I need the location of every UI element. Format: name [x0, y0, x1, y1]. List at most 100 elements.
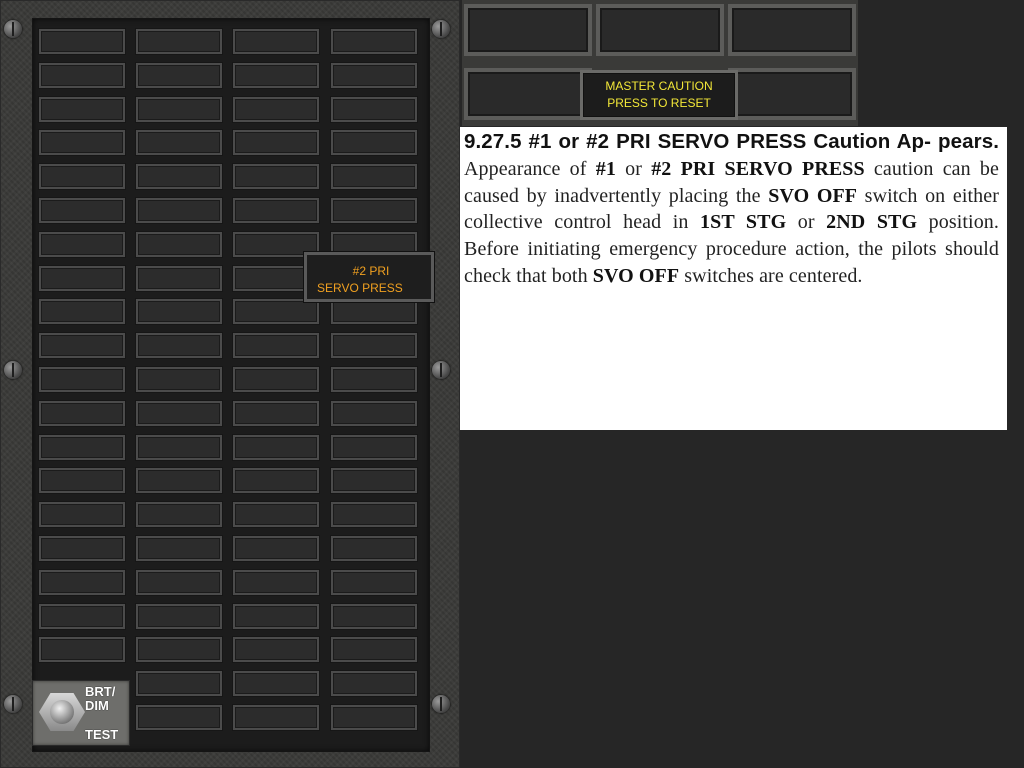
caution-annunciator	[39, 231, 125, 257]
procedure-text-segment: Appearance of	[464, 157, 596, 180]
pri-servo-press-caution-light: #2 PRI SERVO PRESS	[304, 252, 434, 302]
caution-annunciator	[136, 502, 222, 528]
caution-annunciator	[233, 29, 319, 54]
caution-annunciator	[39, 96, 125, 122]
caution-annunciator	[39, 333, 125, 359]
annunciator-grid	[32, 18, 430, 752]
caution-annunciator	[39, 637, 125, 663]
caution-annunciator	[136, 671, 222, 697]
procedure-text-segment: SVO OFF	[592, 264, 680, 287]
procedure-paragraph: 9.27.5 #1 or #2 PRI SERVO PRESS Caution …	[464, 129, 999, 290]
caution-annunciator	[39, 434, 125, 460]
master-caution-button[interactable]: MASTER CAUTION PRESS TO RESET	[580, 70, 738, 120]
caution-annunciator	[39, 130, 125, 156]
caution-annunciator	[39, 569, 125, 595]
caution-annunciator	[233, 705, 319, 730]
caution-annunciator	[233, 671, 319, 697]
caution-annunciator	[331, 400, 417, 426]
brt-dim-label: BRT/ DIM	[85, 684, 116, 713]
procedure-excerpt: 9.27.5 #1 or #2 PRI SERVO PRESS Caution …	[460, 127, 1007, 430]
caution-annunciator	[233, 468, 319, 494]
caution-annunciator	[136, 198, 222, 223]
press-to-reset-label: PRESS TO RESET	[607, 96, 711, 110]
caution-annunciator	[136, 62, 222, 88]
caution-annunciator	[233, 434, 319, 460]
caution-annunciator	[331, 705, 417, 730]
caution-annunciator	[39, 265, 125, 291]
caution-annunciator	[136, 569, 222, 595]
caution-advisory-panel: BRT/ DIM TEST #2 PRI SERVO PRESS	[0, 0, 460, 768]
warning-light	[464, 4, 592, 56]
caution-annunciator	[233, 569, 319, 595]
caution-annunciator	[39, 536, 125, 561]
caution-annunciator	[233, 367, 319, 392]
caution-annunciator	[331, 198, 417, 223]
caution-annunciator	[136, 400, 222, 426]
caution-annunciator	[331, 434, 417, 460]
caution-annunciator	[233, 536, 319, 561]
screw-icon	[4, 695, 22, 713]
caution-annunciator	[331, 637, 417, 663]
caution-annunciator	[331, 468, 417, 494]
caution-line2: SERVO PRESS	[317, 281, 403, 295]
brt-dim-test-switch[interactable]: BRT/ DIM TEST	[32, 680, 130, 746]
caution-annunciator	[39, 299, 125, 325]
test-label: TEST	[85, 727, 119, 742]
caution-annunciator	[331, 367, 417, 392]
procedure-text-segment: or	[786, 211, 827, 234]
caution-annunciator	[136, 637, 222, 663]
screw-icon	[432, 361, 450, 379]
caution-annunciator	[136, 333, 222, 359]
procedure-text-segment: 2ND STG	[826, 211, 918, 234]
caution-annunciator	[233, 130, 319, 156]
caution-annunciator	[331, 164, 417, 190]
caution-annunciator	[331, 603, 417, 629]
caution-annunciator	[136, 603, 222, 629]
caution-annunciator	[331, 536, 417, 561]
caution-annunciator	[136, 29, 222, 54]
caution-annunciator	[331, 502, 417, 528]
caution-annunciator	[233, 198, 319, 223]
caution-annunciator	[136, 96, 222, 122]
caution-annunciator	[136, 367, 222, 392]
warning-light	[464, 68, 592, 120]
procedure-text-segment: #1	[595, 157, 616, 180]
screw-icon	[4, 361, 22, 379]
caution-annunciator	[39, 367, 125, 392]
toggle-knob-icon[interactable]	[50, 700, 74, 724]
screw-icon	[432, 20, 450, 38]
caution-annunciator	[331, 333, 417, 359]
caution-annunciator	[39, 62, 125, 88]
caution-annunciator	[233, 96, 319, 122]
procedure-text-segment: switches are centered.	[679, 264, 863, 287]
caution-annunciator	[136, 130, 222, 156]
procedure-text-segment: SVO OFF	[768, 184, 858, 207]
warning-light	[728, 68, 856, 120]
caution-annunciator	[136, 705, 222, 730]
caution-annunciator	[233, 502, 319, 528]
screw-icon	[432, 695, 450, 713]
caution-annunciator	[331, 671, 417, 697]
caution-annunciator	[233, 299, 319, 325]
screw-icon	[4, 20, 22, 38]
warning-light	[728, 4, 856, 56]
caution-annunciator	[136, 536, 222, 561]
caution-annunciator	[39, 198, 125, 223]
caution-annunciator	[331, 569, 417, 595]
caution-annunciator	[136, 265, 222, 291]
master-caution-label: MASTER CAUTION	[605, 79, 713, 93]
caution-annunciator	[39, 29, 125, 54]
procedure-heading: 9.27.5 #1 or #2 PRI SERVO PRESS Caution …	[464, 130, 999, 153]
caution-line1: #2 PRI	[352, 264, 390, 278]
caution-annunciator	[233, 603, 319, 629]
caution-annunciator	[331, 130, 417, 156]
caution-annunciator	[39, 603, 125, 629]
warning-light	[596, 4, 724, 56]
caution-annunciator	[233, 62, 319, 88]
procedure-text-segment: or	[615, 157, 652, 180]
caution-annunciator	[136, 434, 222, 460]
caution-annunciator	[233, 637, 319, 663]
caution-annunciator	[136, 231, 222, 257]
caution-annunciator	[136, 468, 222, 494]
caution-annunciator	[233, 164, 319, 190]
